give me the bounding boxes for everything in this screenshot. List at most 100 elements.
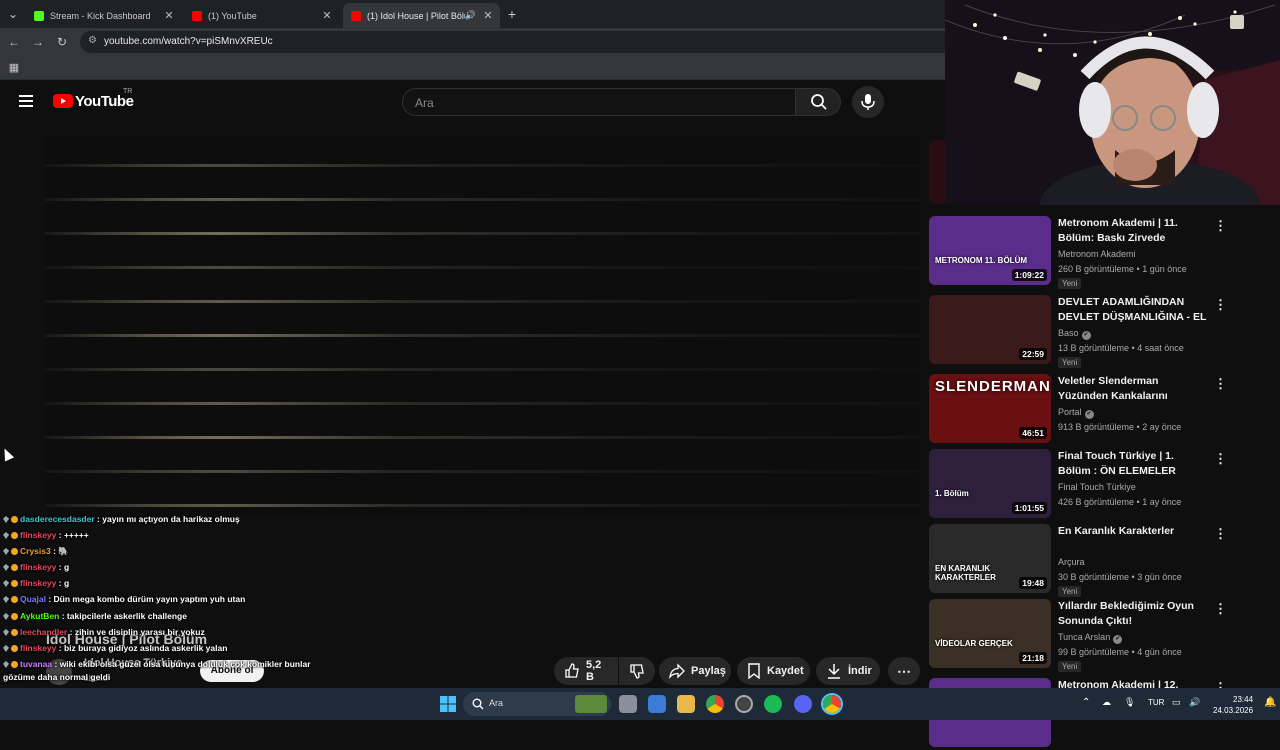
tab-youtube[interactable]: (1) YouTube ✕ (184, 3, 339, 28)
microsoft-store-icon[interactable] (648, 695, 666, 713)
chat-message: dasderecesdasder : yayın mı açtıyon da h… (3, 514, 240, 524)
chat-username[interactable]: leechandler (20, 627, 67, 637)
video-thumbnail[interactable]: SLENDERMAN 46:51 (929, 374, 1051, 443)
recommended-video[interactable]: 22:59 DEVLET ADAMLIĞINDAN DEVLET DÜŞMANLI… (929, 295, 1274, 368)
forward-arrow-icon[interactable]: → (30, 34, 46, 50)
chat-username[interactable]: tuvanaa (20, 659, 52, 669)
chat-username[interactable]: Crysis3 (20, 546, 51, 556)
shutter-slat (45, 164, 920, 167)
chat-message: flinskeyy : +++++ (3, 530, 89, 540)
download-icon (828, 664, 840, 679)
close-icon[interactable]: ✕ (482, 9, 494, 22)
video-thumbnail[interactable]: METRONOM 11. BÖLÜM 1:09:22 (929, 216, 1051, 285)
hamburger-menu-icon[interactable] (19, 95, 33, 107)
recommended-channel[interactable]: Portal ✔ (1058, 407, 1094, 419)
cloud-icon[interactable]: ☁ (1102, 697, 1111, 708)
verified-check-icon: ✔ (1084, 410, 1094, 419)
video-thumbnail[interactable]: VİDEOLAR GERÇEK 21:18 (929, 599, 1051, 668)
task-view-icon[interactable] (619, 695, 637, 713)
chat-username[interactable]: Quajal (20, 594, 46, 604)
new-badge: Yeni (1058, 661, 1082, 672)
more-actions-icon[interactable]: ⋯ (888, 657, 920, 685)
windows-start-icon[interactable] (440, 696, 456, 712)
chat-separator: : (59, 611, 67, 621)
new-tab-icon[interactable]: + (504, 6, 520, 22)
video-player[interactable] (45, 136, 920, 516)
verified-check-icon: ✔ (1113, 635, 1123, 644)
spotify-icon[interactable] (764, 695, 782, 713)
network-icon[interactable]: ▭ (1172, 697, 1181, 708)
chat-separator: : (45, 594, 54, 604)
reload-icon[interactable]: ↻ (54, 34, 70, 50)
recommended-meta: 30 B görüntüleme • 3 gün önce (1058, 572, 1182, 582)
download-button[interactable]: İndir (816, 657, 880, 685)
recommended-channel[interactable]: Arçura (1058, 557, 1085, 567)
close-icon[interactable]: ✕ (163, 9, 175, 22)
more-options-icon[interactable]: ⋮ (1214, 526, 1227, 542)
language-indicator[interactable]: TUR (1148, 698, 1164, 707)
more-options-icon[interactable]: ⋮ (1214, 297, 1227, 313)
recommended-title[interactable]: En Karanlık Karakterler (1058, 524, 1208, 539)
recommended-channel[interactable]: Final Touch Türkiye (1058, 482, 1136, 492)
recommended-channel[interactable]: Metronom Akademi (1058, 249, 1136, 259)
url-omnibox[interactable]: ⚙ youtube.com/watch?v=piSMnvXREUc (80, 31, 945, 53)
tab-idol-house[interactable]: (1) Idol House | Pilot Bölüm 🔊 ✕ (343, 3, 500, 28)
search-input[interactable]: Ara (402, 88, 796, 116)
save-button[interactable]: Kaydet (737, 657, 810, 685)
dislike-button[interactable] (619, 657, 655, 685)
audio-playing-icon[interactable]: 🔊 (465, 10, 476, 21)
share-button[interactable]: Paylaş (659, 657, 731, 685)
back-arrow-icon[interactable]: ← (6, 34, 22, 50)
tab-kick-dashboard[interactable]: Stream - Kick Dashboard ✕ (26, 3, 181, 28)
video-thumbnail[interactable]: 22:59 (929, 295, 1051, 364)
microphone-tray-icon[interactable]: 🎙 (1124, 697, 1135, 708)
recommended-video[interactable]: 1. Bölüm 1:01:55 Final Touch Türkiye | 1. … (929, 449, 1274, 521)
more-options-icon[interactable]: ⋮ (1214, 451, 1227, 467)
chat-username[interactable]: AykutBen (20, 611, 59, 621)
chat-message: leechandler : zihin ve disiplin yarası b… (3, 627, 205, 637)
recommended-video[interactable]: VİDEOLAR GERÇEK 21:18 Yıllardır Beklediğim… (929, 599, 1274, 672)
channel-name: Tunca Arslan (1058, 632, 1111, 642)
recommended-title[interactable]: DEVLET ADAMLIĞINDAN DEVLET DÜŞMANLIĞINA … (1058, 295, 1208, 325)
site-info-icon[interactable]: ⚙ (88, 35, 97, 46)
chat-username[interactable]: flinskeyy (20, 578, 56, 588)
like-button[interactable]: 5,2 B (554, 657, 618, 685)
recommended-title[interactable]: Metronom Akademi | 11. Bölüm: Baskı Zirv… (1058, 216, 1208, 246)
chat-username[interactable]: flinskeyy (20, 530, 56, 540)
video-thumbnail[interactable]: EN KARANLIK KARAKTERLER 19:48 (929, 524, 1051, 593)
chrome-active-icon[interactable] (823, 695, 841, 713)
chat-message: tuvanaa : wiki ekibi olsa güzel olsa lub… (3, 659, 311, 669)
recommended-meta: 260 B görüntüleme • 1 gün önce (1058, 264, 1187, 274)
taskbar-search-box[interactable]: Ara (463, 692, 611, 716)
recommended-title[interactable]: Veletler Slenderman Yüzünden Kankalarını… (1058, 374, 1208, 404)
apps-grid-icon[interactable]: ▦ (6, 60, 22, 76)
chrome-icon[interactable] (706, 695, 724, 713)
recommended-title[interactable]: Final Touch Türkiye | 1. Bölüm : ÖN ELEM… (1058, 449, 1208, 479)
tab-search-icon[interactable]: ⌄ (5, 6, 21, 22)
recommended-video[interactable]: SLENDERMAN 46:51 Veletler Slenderman Yüzün… (929, 374, 1274, 446)
chat-username[interactable]: dasderecesdasder (20, 514, 95, 524)
chat-username[interactable]: flinskeyy (20, 562, 56, 572)
search-button[interactable] (795, 88, 841, 116)
recommended-channel[interactable]: Tunca Arslan ✔ (1058, 632, 1123, 644)
discord-icon[interactable] (794, 695, 812, 713)
close-icon[interactable]: ✕ (321, 9, 333, 22)
more-options-icon[interactable]: ⋮ (1214, 376, 1227, 392)
recommended-video[interactable]: METRONOM 11. BÖLÜM 1:09:22 Metronom Akadem… (929, 216, 1274, 289)
more-options-icon[interactable]: ⋮ (1214, 601, 1227, 617)
file-explorer-icon[interactable] (677, 695, 695, 713)
recommended-title[interactable]: Yıllardır Beklediğimiz Oyun Sonunda Çıkt… (1058, 599, 1208, 629)
recommended-video[interactable]: EN KARANLIK KARAKTERLER 19:48 En Karanlık … (929, 524, 1274, 597)
obs-icon[interactable] (735, 695, 753, 713)
video-thumbnail[interactable]: 1. Bölüm 1:01:55 (929, 449, 1051, 518)
notification-bell-icon[interactable]: 🔔 (1264, 697, 1276, 708)
system-clock[interactable]: 23:44 24.03.2026 (1213, 694, 1253, 716)
chevron-up-icon[interactable]: ⌃ (1082, 697, 1090, 708)
volume-icon[interactable]: 🔊 (1189, 697, 1200, 708)
voice-search-button[interactable] (852, 86, 884, 118)
more-options-icon[interactable]: ⋮ (1214, 218, 1227, 234)
chat-username[interactable]: flinskeyy (20, 643, 56, 653)
youtube-logo[interactable]: YouTube TR (53, 88, 134, 113)
recommended-channel[interactable]: Baso ✔ (1058, 328, 1091, 340)
chat-separator: : (56, 530, 64, 540)
